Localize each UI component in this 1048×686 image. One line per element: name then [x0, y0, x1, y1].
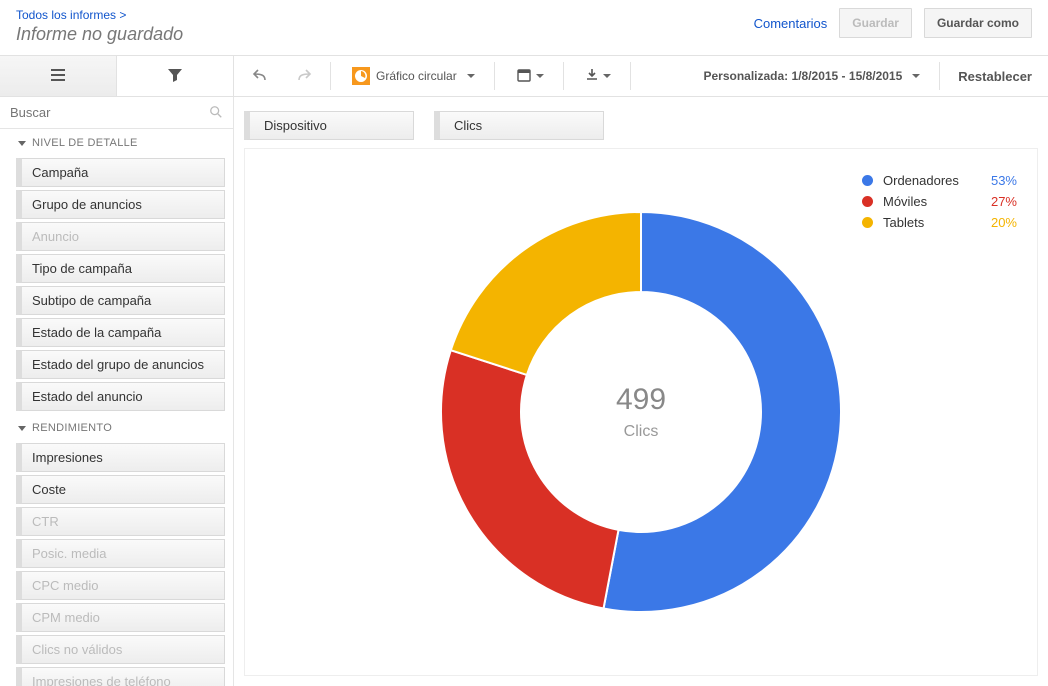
section-title: RENDIMIENTO — [32, 422, 112, 434]
drop-metric[interactable]: Clics — [434, 111, 604, 140]
download-button[interactable] — [574, 62, 622, 90]
date-range-label: Personalizada: 1/8/2015 - 15/8/2015 — [703, 69, 902, 83]
field-pill[interactable]: Campaña — [16, 158, 225, 187]
field-pill[interactable]: Estado de la campaña — [16, 318, 225, 347]
section-title: NIVEL DE DETALLE — [32, 137, 138, 149]
legend-label: Móviles — [883, 194, 973, 209]
save-button: Guardar — [839, 8, 912, 38]
date-range-selector[interactable]: Personalizada: 1/8/2015 - 15/8/2015 — [692, 62, 931, 90]
chart-type-label: Gráfico circular — [376, 69, 457, 83]
field-pill[interactable]: Subtipo de campaña — [16, 286, 225, 315]
field-pill[interactable]: Impresiones — [16, 443, 225, 472]
legend-label: Tablets — [883, 215, 973, 230]
sidebar-tab-filter[interactable] — [117, 56, 234, 96]
legend-pct: 20% — [983, 215, 1017, 230]
legend-row: Móviles 27% — [862, 194, 1017, 209]
redo-button[interactable] — [286, 62, 322, 90]
field-pill: Posic. media — [16, 539, 225, 568]
chevron-down-icon — [536, 74, 544, 78]
field-pill[interactable]: Tipo de campaña — [16, 254, 225, 283]
field-pill: Clics no válidos — [16, 635, 225, 664]
comments-link[interactable]: Comentarios — [754, 16, 828, 31]
legend-swatch — [862, 175, 873, 186]
sidebar-tab-list[interactable] — [0, 56, 117, 96]
chart-type-selector[interactable]: Gráfico circular — [341, 62, 486, 90]
search-input[interactable] — [0, 97, 233, 128]
section-header[interactable]: RENDIMIENTO — [0, 414, 233, 440]
undo-icon — [252, 67, 268, 86]
date-picker-button[interactable] — [505, 62, 555, 90]
section-header[interactable]: NIVEL DE DETALLE — [0, 129, 233, 155]
report-title: Informe no guardado — [16, 24, 183, 45]
save-as-button[interactable]: Guardar como — [924, 8, 1032, 38]
donut-center-label: Clics — [616, 423, 666, 441]
field-pill: CPM medio — [16, 603, 225, 632]
redo-icon — [296, 67, 312, 86]
chevron-down-icon — [603, 74, 611, 78]
download-icon — [585, 68, 599, 85]
field-pill: CTR — [16, 507, 225, 536]
legend-pct: 53% — [983, 173, 1017, 188]
chevron-down-icon — [467, 74, 475, 78]
search-icon — [209, 105, 223, 119]
legend-swatch — [862, 217, 873, 228]
donut-center-value: 499 — [616, 383, 666, 417]
donut-slice — [441, 350, 619, 608]
field-pill[interactable]: Estado del anuncio — [16, 382, 225, 411]
chevron-down-icon — [18, 141, 26, 146]
filter-icon — [167, 67, 183, 86]
field-pill[interactable]: Grupo de anuncios — [16, 190, 225, 219]
donut-chart: 499 Clics — [421, 192, 861, 632]
field-pill[interactable]: Coste — [16, 475, 225, 504]
legend-swatch — [862, 196, 873, 207]
pie-chart-icon — [352, 67, 370, 85]
legend-row: Ordenadores 53% — [862, 173, 1017, 188]
legend-pct: 27% — [983, 194, 1017, 209]
list-icon — [50, 67, 66, 86]
chevron-down-icon — [912, 74, 920, 78]
reset-button[interactable]: Restablecer — [942, 69, 1048, 84]
legend-label: Ordenadores — [883, 173, 973, 188]
field-pill: Impresiones de teléfono — [16, 667, 225, 686]
breadcrumb-all-reports[interactable]: Todos los informes > — [16, 8, 183, 22]
calendar-icon — [516, 67, 532, 86]
field-pill[interactable]: Estado del grupo de anuncios — [16, 350, 225, 379]
field-pill: Anuncio — [16, 222, 225, 251]
undo-button[interactable] — [242, 62, 278, 90]
donut-slice — [451, 212, 641, 375]
chevron-down-icon — [18, 426, 26, 431]
field-pill: CPC medio — [16, 571, 225, 600]
legend-row: Tablets 20% — [862, 215, 1017, 230]
drop-dimension[interactable]: Dispositivo — [244, 111, 414, 140]
